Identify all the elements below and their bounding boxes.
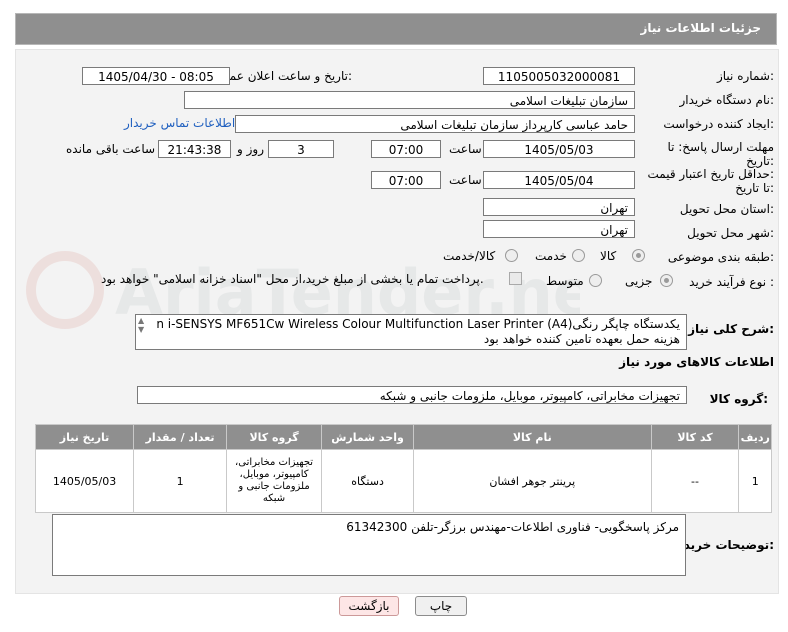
col-unit-header: واحد شمارش bbox=[321, 424, 415, 450]
days-field: 3 bbox=[268, 140, 334, 158]
row-code: -- bbox=[650, 449, 740, 513]
buyer-label: نام دستگاه خریدار: bbox=[679, 93, 775, 107]
scroll-arrows-icon[interactable]: ▲ ▼ bbox=[138, 316, 144, 334]
col-qty-header: تعداد / مقدار bbox=[133, 424, 228, 450]
validity-time-field: 07:00 bbox=[371, 171, 441, 189]
validity-date-field: 1405/05/04 bbox=[483, 171, 635, 189]
row-name: پرینتر جوهر افشان bbox=[413, 449, 652, 513]
treasury-payment-note: پرداخت تمام یا بخشی از مبلغ خرید،از محل … bbox=[101, 272, 484, 286]
process-label: نوع فرآیند خرید : bbox=[689, 275, 774, 289]
validity-label: حداقل تاریخ اعتبار قیمت: bbox=[647, 167, 774, 181]
col-code-header: کد کالا bbox=[650, 424, 740, 450]
province-field: تهران bbox=[483, 198, 635, 216]
col-group-header: گروه کالا bbox=[226, 424, 323, 450]
deadline-date-field: 1405/05/03 bbox=[483, 140, 635, 158]
col-name-header: نام کالا bbox=[413, 424, 652, 450]
col-date-header: تاریخ نیاز bbox=[34, 424, 135, 450]
creator-label: ایجاد کننده درخواست: bbox=[663, 117, 774, 131]
category-radio-service[interactable] bbox=[572, 249, 585, 262]
treasury-payment-checkbox[interactable] bbox=[509, 272, 522, 285]
announce-date-field: 1405/04/30 - 08:05 bbox=[82, 67, 230, 85]
col-index-header: ردیف bbox=[738, 424, 772, 450]
remaining-label: ساعت باقی مانده bbox=[66, 142, 156, 156]
buyer-field: سازمان تبلیغات اسلامی bbox=[184, 91, 635, 109]
page-title: جزئیات اطلاعات نیاز bbox=[640, 21, 761, 35]
city-field: تهران bbox=[483, 220, 635, 238]
goods-group-field: تجهیزات مخابراتی، کامپیوتر، موبایل، ملزو… bbox=[137, 386, 687, 404]
need-number-field: 1105005032000081 bbox=[483, 67, 635, 85]
category-label: طبقه بندی موضوعی: bbox=[667, 250, 774, 264]
city-label: شهر محل تحویل: bbox=[687, 226, 774, 240]
buyer-contact-link[interactable]: اطلاعات تماس خریدار bbox=[124, 116, 235, 130]
buyer-notes-textarea[interactable]: مرکز پاسخگویی- فناوری اطلاعات-مهندس برزگ… bbox=[52, 514, 686, 576]
goods-group-label: گروه کالا: bbox=[709, 392, 768, 406]
validity-label-2: تا تاریخ: bbox=[735, 181, 774, 195]
category-radio-goods[interactable] bbox=[632, 249, 645, 262]
row-index: 1 bbox=[738, 449, 772, 513]
items-table: ردیف کد کالا نام کالا واحد شمارش گروه کا… bbox=[34, 424, 772, 513]
process-radio-minor[interactable] bbox=[660, 274, 673, 287]
table-row: 1 -- پرینتر جوهر افشان دستگاه تجهیزات مخ… bbox=[34, 449, 772, 513]
deadline-time-label: ساعت bbox=[449, 142, 482, 156]
buyer-notes-label: توضیحات خریدار: bbox=[672, 538, 774, 552]
back-button[interactable]: بازگشت bbox=[339, 596, 399, 616]
validity-time-label: ساعت bbox=[449, 173, 482, 187]
province-label: استان محل تحویل: bbox=[679, 202, 774, 216]
row-qty: 1 bbox=[133, 449, 228, 513]
process-radio-medium[interactable] bbox=[589, 274, 602, 287]
days-label: روز و bbox=[237, 142, 264, 156]
row-group: تجهیزات مخابراتی، کامپیوتر، موبایل، ملزو… bbox=[226, 449, 323, 513]
need-number-label: شماره نیاز: bbox=[716, 69, 774, 83]
deadline-label-2: تاریخ: bbox=[746, 154, 774, 168]
row-unit: دستگاه bbox=[321, 449, 415, 513]
description-line-2: هزینه حمل بعهده تامین کننده خواهد بود bbox=[483, 332, 680, 346]
description-textarea[interactable]: یکدستگاه چاپگر رنگی(Canon i-SENSYS MF651… bbox=[135, 314, 687, 350]
page-header: جزئیات اطلاعات نیاز bbox=[15, 13, 777, 45]
table-header-row: ردیف کد کالا نام کالا واحد شمارش گروه کا… bbox=[34, 424, 772, 450]
deadline-time-field: 07:00 bbox=[371, 140, 441, 158]
row-date: 1405/05/03 bbox=[34, 449, 135, 513]
goods-info-title: اطلاعات کالاهای مورد نیاز bbox=[619, 355, 774, 369]
print-button[interactable]: چاپ bbox=[415, 596, 467, 616]
category-option-service: خدمت bbox=[535, 249, 567, 263]
category-option-goods: کالا bbox=[600, 249, 617, 263]
description-line-1: یکدستگاه چاپگر رنگی(Canon i-SENSYS MF651… bbox=[156, 317, 680, 331]
deadline-label: مهلت ارسال پاسخ: تا bbox=[667, 140, 774, 154]
creator-field: حامد عباسی کارپرداز سازمان تبلیغات اسلام… bbox=[235, 115, 635, 133]
process-option-minor: جزیی bbox=[625, 274, 653, 288]
process-option-medium: متوسط bbox=[546, 274, 584, 288]
description-label: شرح کلی نیاز: bbox=[688, 322, 774, 336]
category-option-goods-service: کالا/خدمت bbox=[443, 249, 496, 263]
category-radio-goods-service[interactable] bbox=[505, 249, 518, 262]
remaining-time-field: 21:43:38 bbox=[158, 140, 231, 158]
